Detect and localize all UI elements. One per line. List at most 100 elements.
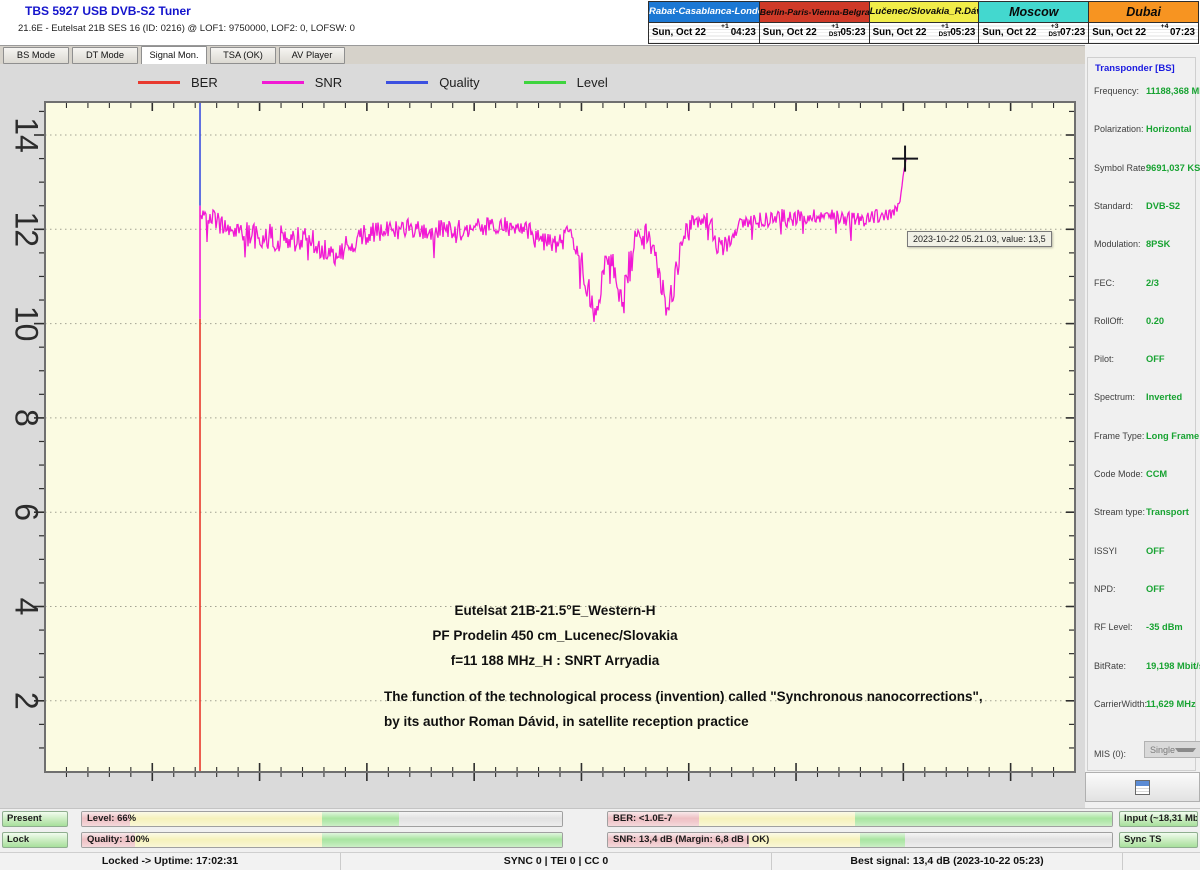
transponder-row: Frequency:11188,368 MHz <box>1094 86 1193 98</box>
annotation-line: The function of the technological proces… <box>384 684 1084 709</box>
chevron-down-icon <box>1175 748 1196 752</box>
clock-hhmm: 05:23 <box>841 27 866 38</box>
tab-dt-mode[interactable]: DT Mode <box>72 47 138 64</box>
annotation-line: Eutelsat 21B-21.5°E_Western-H <box>330 598 780 623</box>
progressbar-label: Quality: 100% <box>87 833 149 847</box>
transponder-row: Pilot:OFF <box>1094 354 1193 366</box>
clock-name: Dubai <box>1089 2 1198 23</box>
tab-bs-mode[interactable]: BS Mode <box>3 47 69 64</box>
progress-segment <box>399 812 562 826</box>
clock-lucenec-slovakia: Lučenec/Slovakia_R.Dávid Sun, Oct 22 +1D… <box>869 2 979 43</box>
ber-progressbar: BER: <1.0E-7 <box>607 811 1113 827</box>
clock-name: Berlin-Paris-Vienna-Belgrade <box>760 2 869 23</box>
progress-segment <box>860 833 905 847</box>
clock-time: Sun, Oct 22 +3DST 07:23 <box>979 23 1088 43</box>
svg-text:14: 14 <box>9 117 45 153</box>
transponder-row: RF Level:-35 dBm <box>1094 622 1193 634</box>
clock-date: Sun, Oct 22 <box>1092 27 1146 38</box>
app-title: TBS 5927 USB DVB-S2 Tuner <box>25 4 191 18</box>
clock-time: Sun, Oct 22 +1DST 05:23 <box>760 23 869 43</box>
ber-line-swatch <box>138 81 180 84</box>
clock-hhmm: 04:23 <box>731 27 756 38</box>
quality-progressbar: Quality: 100% <box>81 832 563 848</box>
transponder-row: Spectrum:Inverted <box>1094 392 1193 404</box>
legend-quality: Quality <box>386 75 479 90</box>
annotation-line: PF Prodelin 450 cm_Lucenec/Slovakia <box>330 623 780 648</box>
chart-legend: BER SNR Quality Level <box>138 75 608 90</box>
sync-ts-indicator: Sync TS <box>1119 832 1198 848</box>
transponder-row: FEC:2/3 <box>1094 278 1193 290</box>
mode-tab-bar: BS Mode DT Mode Signal Mon. TSA (OK) AV … <box>0 45 1085 64</box>
transponder-groupbox: Transponder [BS] MIS (0): Single Frequen… <box>1087 57 1196 771</box>
transponder-row: BitRate:19,198 Mbit/s <box>1094 661 1193 673</box>
progressbar-label: Level: 66% <box>87 812 136 826</box>
progress-segment <box>135 833 322 847</box>
transponder-row: Stream type:Transport <box>1094 507 1193 519</box>
status-uptime: Locked -> Uptime: 17:02:31 <box>0 853 341 870</box>
legend-label: Quality <box>439 75 479 90</box>
annotation-line: f=11 188 MHz_H : SNRT Arryadia <box>330 648 780 673</box>
transponder-row: Modulation:8PSK <box>1094 239 1193 251</box>
transponder-row: ISSYIOFF <box>1094 546 1193 558</box>
transponder-row: NPD:OFF <box>1094 584 1193 596</box>
svg-text:12: 12 <box>9 212 45 248</box>
clock-hhmm: 05:23 <box>950 27 975 38</box>
clock-hhmm: 07:23 <box>1060 27 1085 38</box>
clock-date: Sun, Oct 22 <box>873 27 927 38</box>
mis-label: MIS (0): <box>1094 749 1126 759</box>
clock-time: Sun, Oct 22 +1 04:23 <box>649 23 759 43</box>
signal-monitor-panel: 2468101214 BER SNR Quality Level Eutelsa… <box>0 64 1085 808</box>
clock-name: Lučenec/Slovakia_R.Dávid <box>870 2 979 23</box>
progress-segment <box>322 833 562 847</box>
progress-segment <box>699 812 855 826</box>
transponder-row: Code Mode:CCM <box>1094 469 1193 481</box>
tuner-subtitle: 21.6E - Eutelsat 21B SES 16 (ID: 0216) @… <box>18 23 355 34</box>
svg-text:6: 6 <box>9 503 45 521</box>
svg-text:4: 4 <box>9 598 45 616</box>
clock-dubai: Dubai Sun, Oct 22 +4 07:23 <box>1088 2 1198 43</box>
indicator-strip: Present Lock Level: 66% Quality: 100% BE… <box>0 808 1200 852</box>
tab-signal-mon[interactable]: Signal Mon. <box>141 46 207 65</box>
level-line-swatch <box>524 81 566 84</box>
legend-label: SNR <box>315 75 342 90</box>
level-progressbar: Level: 66% <box>81 811 563 827</box>
chart-annotation-reception-info: Eutelsat 21B-21.5°E_Western-H PF Prodeli… <box>330 598 780 673</box>
status-spacer <box>1123 853 1200 870</box>
snr-progressbar: SNR: 13,4 dB (Margin: 6,8 dB | OK) <box>607 832 1113 848</box>
legend-level: Level <box>524 75 608 90</box>
transponder-title: Transponder [BS] <box>1093 63 1177 74</box>
progress-segment <box>322 812 399 826</box>
tab-tsa[interactable]: TSA (OK) <box>210 47 276 64</box>
clock-rabat-casablanca-london: Rabat-Casablanca-London Sun, Oct 22 +1 0… <box>649 2 759 43</box>
transponder-row: Frame Type:Long Frame <box>1094 431 1193 443</box>
clock-date: Sun, Oct 22 <box>652 27 706 38</box>
window-list-button[interactable] <box>1085 772 1200 802</box>
clock-moscow: Moscow Sun, Oct 22 +3DST 07:23 <box>978 2 1088 43</box>
window-icon <box>1135 780 1150 795</box>
progress-segment <box>905 833 1112 847</box>
transponder-sidebar: Transponder [BS] MIS (0): Single Frequen… <box>1085 45 1200 808</box>
tab-av-player[interactable]: AV Player <box>279 47 345 64</box>
svg-text:10: 10 <box>9 306 45 342</box>
present-indicator: Present <box>2 811 68 827</box>
mis-selected-value: Single <box>1145 745 1175 755</box>
app-window: TBS 5927 USB DVB-S2 Tuner 21.6E - Eutels… <box>0 0 1200 870</box>
legend-label: BER <box>191 75 218 90</box>
snr-line-swatch <box>262 81 304 84</box>
lock-indicator: Lock <box>2 832 68 848</box>
progressbar-label: SNR: 13,4 dB (Margin: 6,8 dB | OK) <box>613 833 769 847</box>
progress-segment <box>855 812 1112 826</box>
cursor-value-tooltip: 2023-10-22 05.21.03, value: 13,5 <box>907 231 1052 247</box>
mis-row: MIS (0): Single <box>1094 744 1191 762</box>
legend-label: Level <box>577 75 608 90</box>
clock-date: Sun, Oct 22 <box>982 27 1036 38</box>
clock-name: Rabat-Casablanca-London <box>649 2 759 23</box>
transponder-row: Symbol Rate:9691,037 KS/s <box>1094 163 1193 175</box>
status-best-signal: Best signal: 13,4 dB (2023-10-22 05:23) <box>772 853 1123 870</box>
world-clocks: Rabat-Casablanca-London Sun, Oct 22 +1 0… <box>648 1 1199 44</box>
mis-dropdown[interactable]: Single <box>1144 741 1200 758</box>
transponder-row: CarrierWidth:11,629 MHz <box>1094 699 1193 711</box>
svg-text:8: 8 <box>9 409 45 427</box>
clock-time: Sun, Oct 22 +4 07:23 <box>1089 23 1198 43</box>
legend-snr: SNR <box>262 75 342 90</box>
